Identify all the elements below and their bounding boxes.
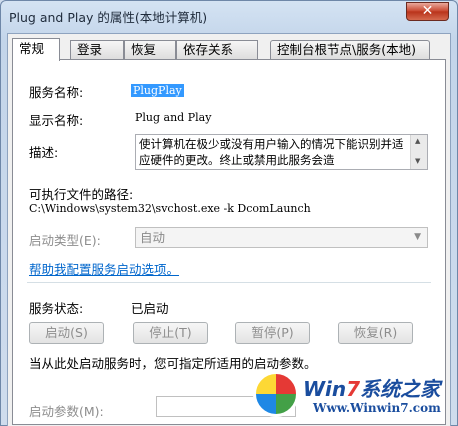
start-button[interactable]: 启动(S) (29, 322, 104, 344)
description-box[interactable]: 使计算机在极少或没有用户输入的情况下能识别并适应硬件的更改。终止或禁用此服务会造… (135, 134, 428, 170)
service-status-label: 服务状态: (29, 301, 84, 316)
win7-logo-icon (253, 371, 299, 417)
dropdown-caret-icon: ▼ (414, 232, 421, 242)
watermark-brand: Win7系统之家 (303, 373, 440, 402)
service-status-value: 已启动 (131, 301, 169, 316)
help-configure-startup-link[interactable]: 帮助我配置服务启动选项。 (29, 259, 179, 278)
title-bar[interactable]: Plug and Play 的属性(本地计算机) ✕ (1, 1, 457, 31)
display-name-label: 显示名称: (29, 113, 84, 128)
path-value: C:\Windows\system32\svchost.exe -k DcomL… (29, 202, 311, 215)
divider (27, 282, 431, 283)
tab-strip: 常规 登录 恢复 依存关系 控制台根节点\服务(本地) (12, 38, 442, 61)
startup-type-value: 自动 (140, 230, 166, 245)
stop-button[interactable]: 停止(T) (133, 322, 208, 344)
scroll-up-icon[interactable]: ▲ (415, 137, 420, 145)
tab-console-root[interactable]: 控制台根节点\服务(本地) (270, 40, 430, 60)
tab-logon-label: 登录 (77, 42, 103, 57)
display-name-value[interactable]: Plug and Play (135, 111, 211, 124)
path-label: 可执行文件的路径: (29, 187, 134, 202)
startup-type-select[interactable]: 自动 ▼ (135, 227, 428, 248)
description-text: 使计算机在极少或没有用户输入的情况下能识别并适应硬件的更改。终止或禁用此服务会造 (139, 137, 404, 167)
tab-dependencies[interactable]: 依存关系 (176, 40, 258, 60)
tab-dependencies-label: 依存关系 (183, 42, 234, 57)
resume-button[interactable]: 恢复(R) (338, 322, 413, 344)
tab-logon[interactable]: 登录 (70, 40, 124, 60)
tab-console-root-label: 控制台根节点\服务(本地) (277, 42, 416, 57)
description-label: 描述: (29, 145, 59, 160)
properties-dialog: Plug and Play 的属性(本地计算机) ✕ 常规 登录 恢复 依存关系… (0, 0, 458, 426)
start-params-label: 启动参数(M): (29, 404, 104, 419)
tab-recovery[interactable]: 恢复 (124, 40, 176, 60)
dialog-client-area: 常规 登录 恢复 依存关系 控制台根节点\服务(本地) 服务名称: PlugPl… (7, 33, 451, 426)
tab-general[interactable]: 常规 (12, 38, 60, 61)
service-name-label: 服务名称: (29, 85, 84, 100)
service-name-text: PlugPlay (131, 84, 184, 97)
watermark-url: Www.Winwin7.com (313, 401, 441, 415)
service-name-value[interactable]: PlugPlay (131, 82, 184, 97)
close-icon: ✕ (421, 3, 434, 19)
site-watermark: Win7系统之家 Www.Winwin7.com (253, 369, 453, 423)
pause-button[interactable]: 暂停(P) (235, 322, 310, 344)
tab-general-label: 常规 (19, 41, 45, 56)
window-title: Plug and Play 的属性(本地计算机) (9, 10, 208, 25)
tab-recovery-label: 恢复 (131, 42, 157, 57)
close-button[interactable]: ✕ (406, 2, 449, 21)
startup-type-label: 启动类型(E): (29, 233, 101, 248)
watermark-brand-suffix: 系统之家 (360, 377, 441, 401)
description-scrollbar[interactable]: ▲ ▼ (410, 135, 427, 169)
watermark-brand-seven: 7 (346, 377, 361, 401)
watermark-brand-prefix: Win (303, 377, 347, 401)
scroll-down-icon[interactable]: ▼ (415, 157, 420, 165)
